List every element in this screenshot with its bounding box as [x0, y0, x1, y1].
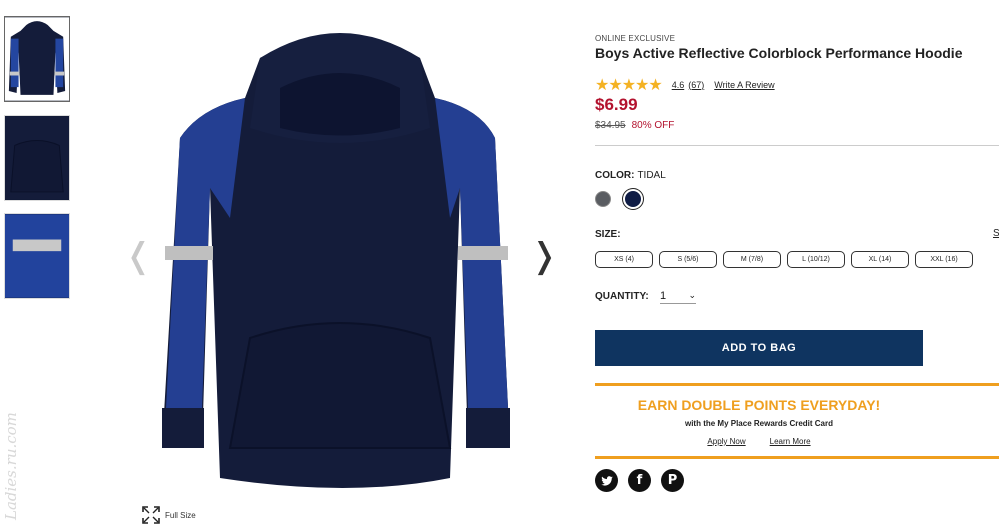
quantity-value: 1: [660, 290, 666, 302]
full-size-button[interactable]: Full Size: [141, 505, 196, 525]
promo-subline: with the My Place Rewards Credit Card: [595, 419, 923, 428]
hoodie-thumb-sleeve-image: [5, 214, 69, 298]
size-option-xl[interactable]: XL (14): [851, 251, 909, 268]
promo-top-border: [595, 383, 999, 386]
size-option-xxl[interactable]: XXL (16): [915, 251, 973, 268]
promo-headline: EARN DOUBLE POINTS EVERYDAY!: [595, 397, 923, 413]
rating-row: ★★★★★ 4.6 (67) Write A Review: [595, 75, 775, 94]
product-main-image: [150, 18, 530, 498]
write-review-link[interactable]: Write A Review: [714, 80, 774, 90]
quantity-label: QUANTITY:: [595, 291, 649, 302]
online-exclusive-badge: ONLINE EXCLUSIVE: [595, 34, 675, 43]
thumbnail-front[interactable]: [4, 16, 70, 102]
size-chart-link[interactable]: S: [993, 228, 999, 239]
hoodie-image: [150, 18, 530, 498]
previous-image-arrow-icon[interactable]: ❬: [124, 236, 153, 276]
product-title: Boys Active Reflective Colorblock Perfor…: [595, 45, 962, 61]
color-swatch-tidal[interactable]: [625, 191, 641, 207]
apply-now-link[interactable]: Apply Now: [707, 437, 745, 446]
full-size-label: Full Size: [165, 511, 196, 520]
quantity-select[interactable]: 1 ⌄: [660, 289, 696, 304]
facebook-icon[interactable]: f: [628, 469, 651, 492]
rating-count[interactable]: (67): [688, 80, 704, 90]
divider: [595, 145, 999, 146]
size-option-m[interactable]: M (7/8): [723, 251, 781, 268]
chevron-down-icon: ⌄: [688, 291, 696, 301]
size-option-s[interactable]: S (5/6): [659, 251, 717, 268]
size-label: SIZE:: [595, 229, 621, 240]
promo-links: Apply Now Learn More: [595, 437, 923, 446]
product-info-panel: ONLINE EXCLUSIVE Boys Active Reflective …: [595, 0, 999, 527]
hoodie-thumb-pocket-image: [5, 116, 69, 200]
expand-icon: [141, 505, 161, 525]
social-share-row: f P: [595, 469, 684, 492]
promo-bottom-border: [595, 456, 999, 459]
discount-text: 80% OFF: [632, 120, 675, 131]
original-price: $34.95: [595, 120, 626, 131]
thumbnail-pocket[interactable]: [4, 115, 70, 201]
price-comparison: $34.95 80% OFF: [595, 120, 674, 131]
color-label: COLOR:: [595, 170, 634, 181]
watermark-text: Ladies.ru.com: [2, 400, 22, 520]
add-to-bag-button[interactable]: ADD TO BAG: [595, 330, 923, 366]
hoodie-thumb-front-image: [5, 17, 69, 101]
next-image-arrow-icon[interactable]: ❭: [530, 236, 559, 276]
selected-color: TIDAL: [637, 170, 665, 181]
size-options: XS (4) S (5/6) M (7/8) L (10/12) XL (14)…: [595, 251, 973, 268]
rating-score[interactable]: 4.6: [672, 80, 685, 90]
rating-stars-icon[interactable]: ★★★★★: [595, 75, 662, 94]
sale-price: $6.99: [595, 95, 638, 115]
color-label-row: COLOR:TIDAL: [595, 170, 666, 181]
color-swatch-gray[interactable]: [595, 191, 611, 207]
size-option-xs[interactable]: XS (4): [595, 251, 653, 268]
pinterest-icon[interactable]: P: [661, 469, 684, 492]
learn-more-link[interactable]: Learn More: [770, 437, 811, 446]
twitter-icon[interactable]: [595, 469, 618, 492]
size-option-l[interactable]: L (10/12): [787, 251, 845, 268]
thumbnail-sleeve[interactable]: [4, 213, 70, 299]
